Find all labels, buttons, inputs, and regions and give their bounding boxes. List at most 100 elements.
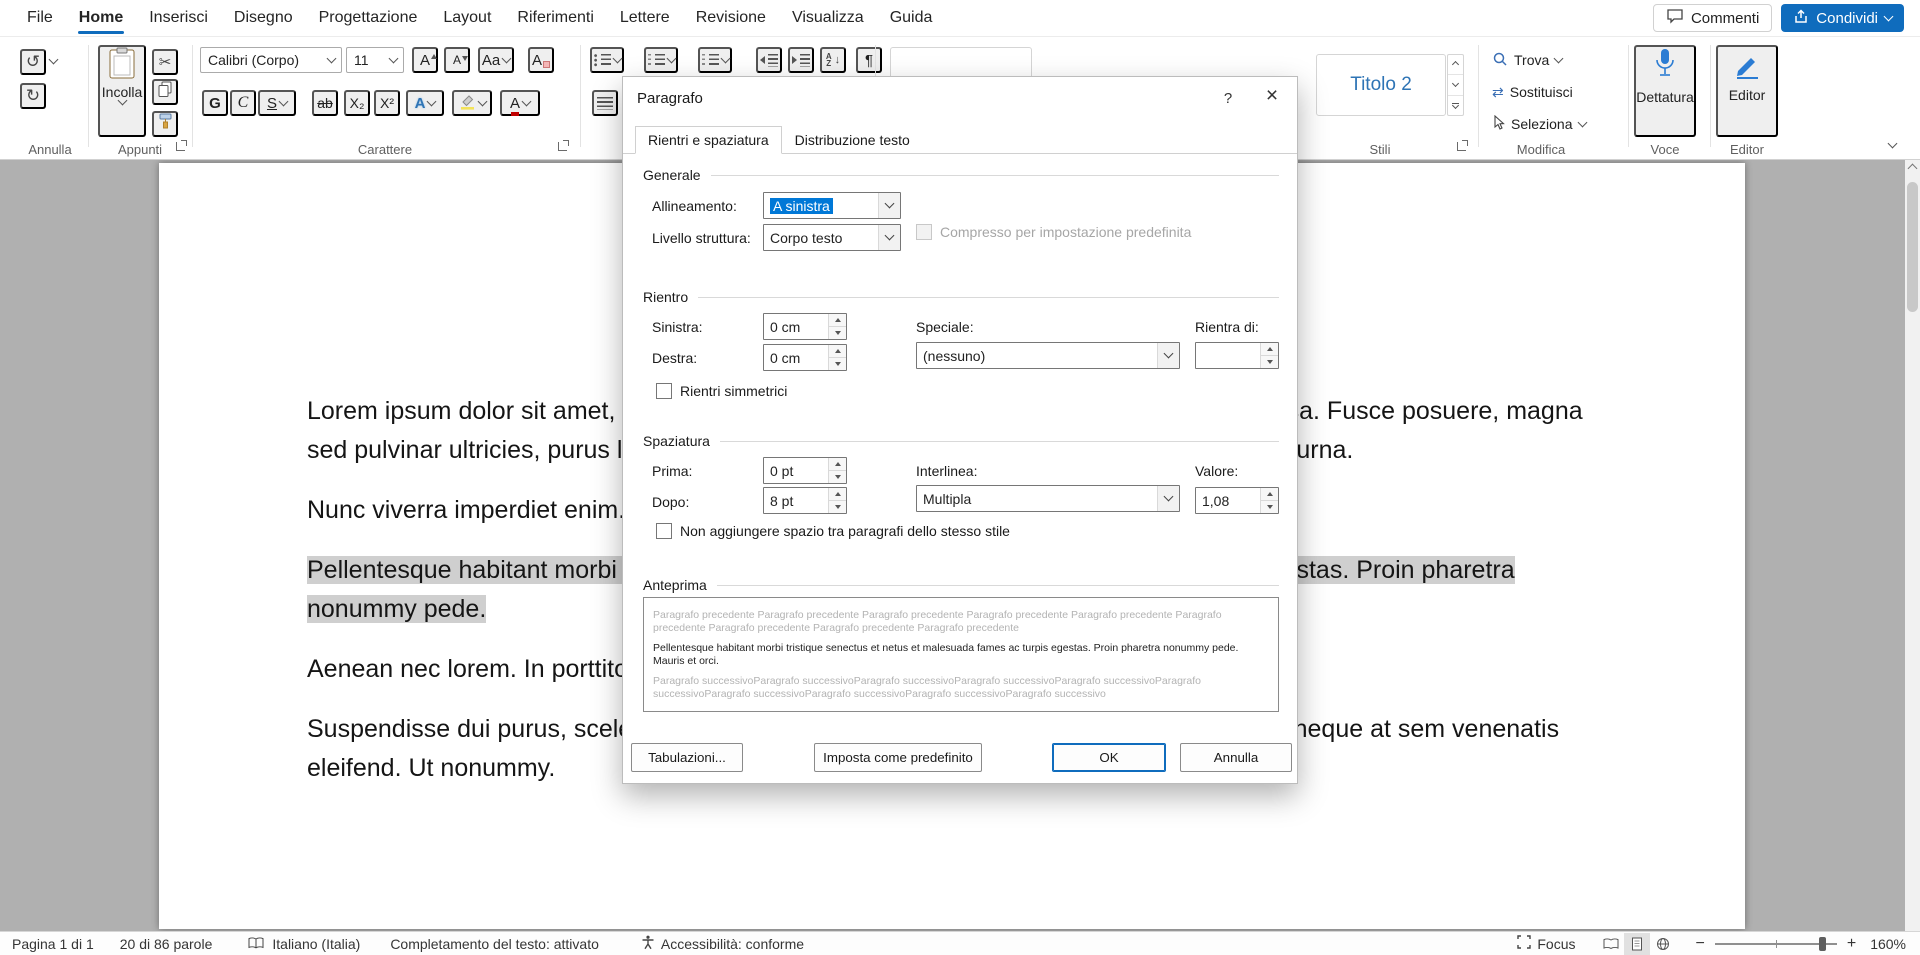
text-completion-indicator[interactable]: Completamento del testo: attivato — [390, 936, 599, 952]
mirror-indents-checkbox[interactable]: Rientri simmetrici — [656, 383, 787, 399]
spacing-before-spinner[interactable]: 0 pt — [763, 457, 847, 484]
scroll-up-icon[interactable] — [1908, 164, 1918, 174]
spinner-down-icon[interactable] — [1261, 501, 1278, 513]
chevron-down-icon[interactable] — [321, 48, 341, 72]
special-select[interactable]: (nessuno) — [916, 342, 1180, 369]
font-color-button[interactable]: A — [500, 90, 540, 116]
spinner-up-icon[interactable] — [1261, 343, 1278, 356]
zoom-slider-thumb[interactable] — [1819, 937, 1826, 951]
chevron-down-icon[interactable] — [49, 55, 59, 65]
spinner-down-icon[interactable] — [829, 358, 846, 370]
tab-guida[interactable]: Guida — [877, 0, 946, 36]
chevron-down-icon[interactable] — [878, 225, 900, 250]
line-spacing-select[interactable]: Multipla — [916, 485, 1180, 512]
zoom-percentage[interactable]: 160% — [1870, 936, 1906, 952]
sort-button[interactable]: AZ ↓ — [820, 47, 846, 73]
increase-indent-button[interactable] — [788, 47, 814, 73]
subscript-button[interactable]: X₂ — [344, 90, 370, 116]
gallery-more-button[interactable] — [1448, 96, 1463, 115]
tab-file[interactable]: File — [14, 0, 66, 36]
help-button[interactable]: ? — [1217, 90, 1239, 107]
font-dialog-launcher[interactable] — [558, 140, 569, 151]
chevron-down-icon[interactable] — [1157, 343, 1179, 368]
spinner-up-icon[interactable] — [829, 488, 846, 501]
tabs-button[interactable]: Tabulazioni... — [631, 743, 743, 772]
indent-left-spinner[interactable]: 0 cm — [763, 313, 847, 340]
text-effects-button[interactable]: A — [406, 90, 444, 116]
word-count[interactable]: 20 di 86 parole — [120, 936, 213, 952]
spellcheck-book-icon[interactable] — [248, 937, 264, 950]
indent-by-spinner[interactable] — [1195, 342, 1279, 369]
print-layout-button[interactable] — [1624, 933, 1650, 955]
spinner-up-icon[interactable] — [829, 314, 846, 327]
tab-riferimenti[interactable]: Riferimenti — [504, 0, 606, 36]
clipboard-dialog-launcher[interactable] — [176, 140, 187, 151]
outline-level-select[interactable]: Corpo testo — [763, 224, 901, 251]
gallery-up-button[interactable] — [1448, 55, 1463, 75]
alignment-select[interactable]: A sinistra — [763, 192, 901, 219]
spinner-down-icon[interactable] — [1261, 356, 1278, 368]
close-button[interactable]: × — [1255, 81, 1289, 111]
tab-disegno[interactable]: Disegno — [221, 0, 306, 36]
justify-button[interactable] — [592, 90, 618, 116]
indent-right-spinner[interactable]: 0 cm — [763, 344, 847, 371]
strikethrough-button[interactable]: ab — [312, 90, 338, 116]
font-size-combo[interactable]: 11 — [346, 47, 404, 73]
cut-button[interactable]: ✂ — [152, 49, 178, 75]
scrollbar-thumb[interactable] — [1907, 182, 1918, 312]
clear-formatting-button[interactable]: A — [528, 47, 554, 73]
replace-button[interactable]: ⇄ Sostituisci — [1492, 79, 1573, 105]
copy-button[interactable] — [152, 79, 178, 105]
style-gallery-item-titolo2[interactable]: Titolo 2 — [1316, 54, 1446, 116]
font-name-combo[interactable]: Calibri (Corpo) — [200, 47, 342, 73]
paste-button[interactable]: Incolla — [98, 45, 146, 137]
tab-visualizza[interactable]: Visualizza — [779, 0, 877, 36]
spacing-after-spinner[interactable]: 8 pt — [763, 487, 847, 514]
checkbox-box[interactable] — [656, 383, 672, 399]
format-painter-button[interactable] — [152, 111, 178, 137]
set-as-default-button[interactable]: Imposta come predefinito — [814, 743, 982, 772]
ok-button[interactable]: OK — [1052, 743, 1166, 772]
no-space-same-style-checkbox[interactable]: Non aggiungere spazio tra paragrafi dell… — [656, 523, 1010, 539]
tab-inserisci[interactable]: Inserisci — [136, 0, 221, 36]
select-button[interactable]: Seleziona — [1492, 111, 1586, 137]
show-formatting-marks-button[interactable]: ¶ — [856, 47, 882, 73]
zoom-slider[interactable] — [1715, 943, 1837, 945]
cancel-button[interactable]: Annulla — [1180, 743, 1292, 772]
italic-button[interactable]: C — [230, 90, 256, 116]
spinner-down-icon[interactable] — [829, 327, 846, 339]
web-layout-button[interactable] — [1650, 933, 1676, 955]
zoom-out-button[interactable]: − — [1696, 935, 1705, 953]
tab-progettazione[interactable]: Progettazione — [306, 0, 431, 36]
redo-button[interactable]: ↻ — [20, 83, 46, 109]
focus-mode-button[interactable]: Focus — [1517, 935, 1575, 952]
zoom-in-button[interactable]: + — [1847, 935, 1856, 953]
spinner-up-icon[interactable] — [1261, 488, 1278, 501]
page-indicator[interactable]: Pagina 1 di 1 — [12, 936, 94, 952]
find-button[interactable]: Trova — [1492, 47, 1562, 73]
numbering-button[interactable] — [644, 47, 678, 73]
collapse-ribbon-icon[interactable] — [1888, 139, 1898, 149]
superscript-button[interactable]: X² — [374, 90, 400, 116]
spacing-at-spinner[interactable]: 1,08 — [1195, 487, 1279, 514]
tab-layout[interactable]: Layout — [430, 0, 504, 36]
share-button[interactable]: Condividi — [1781, 4, 1904, 32]
undo-button[interactable]: ↺ — [20, 49, 46, 75]
tab-home[interactable]: Home — [66, 0, 136, 36]
checkbox-box[interactable] — [656, 523, 672, 539]
decrease-indent-button[interactable] — [756, 47, 782, 73]
styles-dialog-launcher[interactable] — [1457, 140, 1468, 151]
accessibility-indicator[interactable]: Accessibilità: conforme — [641, 935, 804, 953]
chevron-down-icon[interactable] — [1157, 486, 1179, 511]
gallery-down-button[interactable] — [1448, 75, 1463, 95]
comments-button[interactable]: Commenti — [1653, 4, 1772, 32]
vertical-scrollbar[interactable] — [1905, 160, 1920, 931]
multilevel-list-button[interactable] — [698, 47, 732, 73]
bold-button[interactable]: G — [202, 90, 228, 116]
tab-rientri-e-spaziatura[interactable]: Rientri e spaziatura — [635, 126, 782, 154]
spinner-up-icon[interactable] — [829, 458, 846, 471]
read-mode-button[interactable] — [1598, 933, 1624, 955]
shrink-font-button[interactable]: A — [444, 47, 470, 73]
language-indicator[interactable]: Italiano (Italia) — [272, 936, 360, 952]
tab-lettere[interactable]: Lettere — [607, 0, 683, 36]
